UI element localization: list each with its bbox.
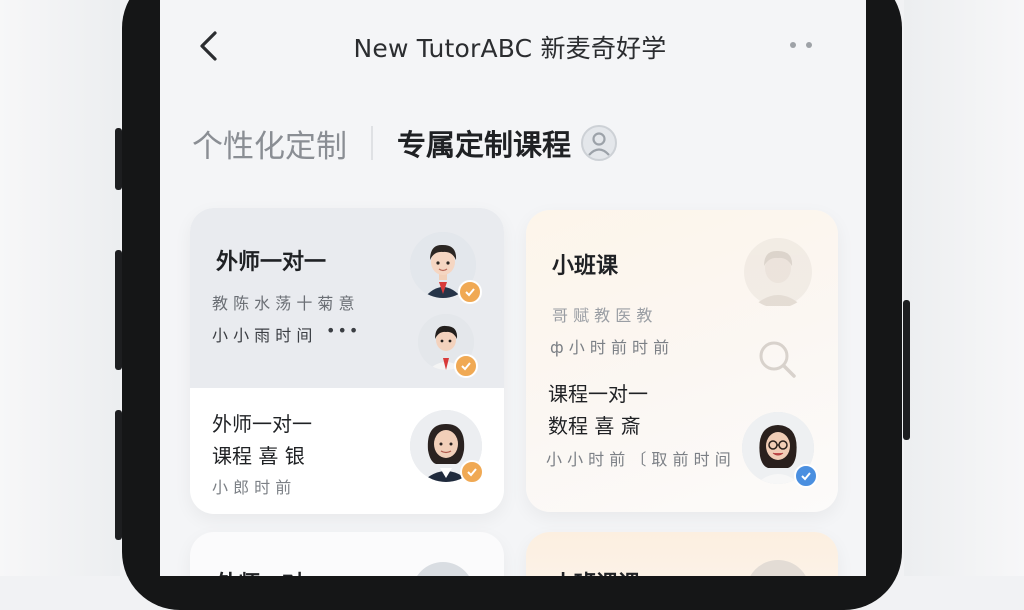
course-card-partial[interactable]: 小班课课 — [526, 532, 838, 576]
tab-bar: 个性化定制 专属定制课程 — [192, 118, 618, 168]
app-screen: New TutorABC 新麦奇好学 个性化定制 专属定制课程 外师一对一 教 … — [160, 0, 866, 576]
faded-avatar — [742, 236, 814, 308]
top-navigation-bar: New TutorABC 新麦奇好学 — [160, 0, 866, 92]
teacher-avatar — [412, 562, 474, 576]
course-card-partial[interactable]: 外师一对 — [190, 532, 504, 576]
card-line: 小 小 雨 时 间 — [212, 326, 313, 345]
more-dots-icon[interactable] — [790, 38, 826, 52]
verified-badge-icon — [454, 354, 478, 378]
phone-side-button — [903, 300, 910, 440]
card-title: 外师一对 — [216, 566, 304, 576]
person-icon[interactable] — [581, 125, 618, 161]
teacher-avatar — [746, 560, 810, 576]
tab-personalized[interactable]: 个性化定制 — [192, 121, 347, 166]
page-title: New TutorABC 新麦奇好学 — [353, 34, 667, 63]
card-time: 小 郎 时 前 — [212, 478, 292, 497]
course-card-small-class[interactable]: 小班课 哥 赋 教 医 教 ф 小 时 前 时 前 课程一对一 数程 喜 斎 小… — [526, 210, 838, 512]
background-left — [0, 0, 120, 576]
card-line: 哥 赋 教 医 教 — [552, 306, 653, 325]
tab-divider — [371, 126, 373, 160]
verified-badge-icon — [460, 460, 484, 484]
card-title: 小班课课 — [552, 566, 640, 576]
phone-side-button — [115, 128, 122, 190]
phone-side-button — [115, 410, 122, 540]
ellipsis-icon[interactable]: ••• — [326, 321, 360, 340]
background-right — [904, 0, 1024, 576]
card-subtitle: 数程 喜 斎 — [548, 414, 641, 438]
card-subtitle: 课程一对一 — [548, 382, 648, 406]
card-time: 小 小 时 前 〔 取 前 时 间 — [546, 450, 731, 469]
card-line: 教 陈 水 荡 十 菊 意 — [212, 294, 355, 313]
card-subtitle: 外师一对一 — [212, 412, 312, 436]
card-title: 小班课 — [552, 254, 619, 279]
chevron-left-icon[interactable] — [188, 26, 228, 66]
search-icon[interactable] — [754, 338, 802, 386]
card-line: ф 小 时 前 时 前 — [550, 338, 670, 357]
card-subtitle: 课程 喜 银 — [212, 444, 305, 468]
tab-exclusive-course[interactable]: 专属定制课程 — [397, 122, 571, 164]
phone-side-button — [115, 250, 122, 370]
card-title: 外师一对一 — [216, 250, 327, 275]
verified-badge-icon — [794, 464, 818, 488]
verified-badge-icon — [458, 280, 482, 304]
course-card-foreign-one-on-one[interactable]: 外师一对一 教 陈 水 荡 十 菊 意 小 小 雨 时 间 ••• 外师一对一 … — [190, 208, 504, 514]
